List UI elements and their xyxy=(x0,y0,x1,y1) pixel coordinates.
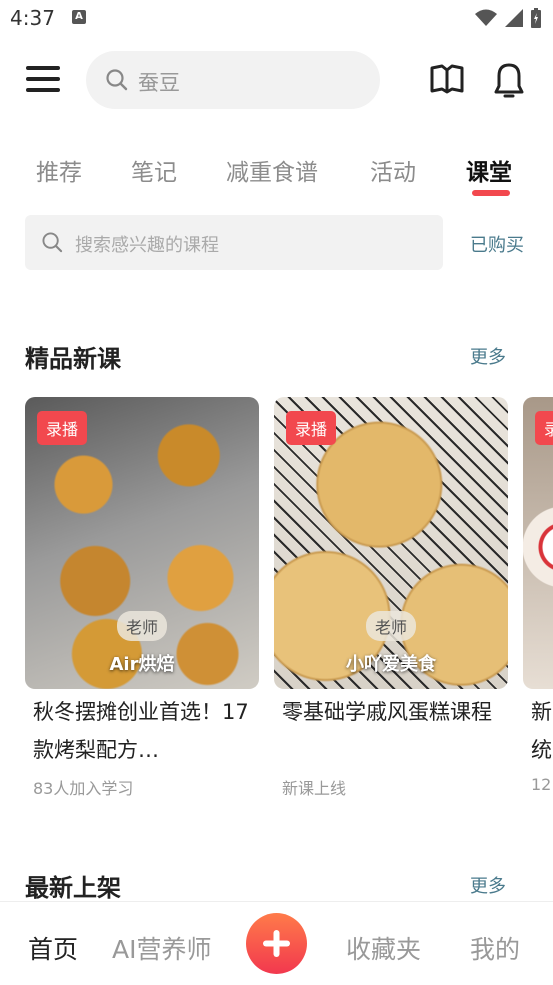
search-input[interactable]: 蚕豆 xyxy=(138,67,180,97)
nav-ai-nutritionist[interactable]: AI营养师 xyxy=(112,930,211,966)
book-icon[interactable] xyxy=(430,64,464,94)
notification-a-icon: A xyxy=(72,10,86,24)
course-meta: 83人加入学习 xyxy=(33,779,134,798)
tab-events[interactable]: 活动 xyxy=(370,153,416,187)
course-image: 录播 老师 Air烘焙 xyxy=(25,397,259,689)
course-title: 零基础学戚风蛋糕课程 xyxy=(282,700,492,724)
course-title: 新 统 xyxy=(531,700,552,762)
tab-notes[interactable]: 笔记 xyxy=(131,153,177,187)
course-card[interactable]: 录播 老师 Air烘焙 秋冬摆摊创业首选！17款烤梨配方… 83人加入学习 xyxy=(25,397,259,805)
tab-recommend[interactable]: 推荐 xyxy=(36,153,82,187)
course-search-input[interactable]: 搜索感兴趣的课程 xyxy=(75,231,219,257)
section-title-premium: 精品新课 xyxy=(25,345,121,373)
nav-profile[interactable]: 我的 xyxy=(470,930,520,966)
recorded-badge: 录播 xyxy=(535,411,553,445)
more-link-premium[interactable]: 更多 xyxy=(470,343,506,369)
menu-button[interactable] xyxy=(26,66,60,94)
battery-icon xyxy=(531,8,541,28)
nav-favorites[interactable]: 收藏夹 xyxy=(346,930,421,966)
search-icon xyxy=(42,232,63,253)
recorded-badge: 录播 xyxy=(37,411,88,445)
teacher-tag: 老师 xyxy=(365,611,416,641)
wifi-icon xyxy=(475,9,497,26)
nav-home[interactable]: 首页 xyxy=(28,930,78,966)
bell-icon[interactable] xyxy=(494,62,524,98)
teacher-name: Air烘焙 xyxy=(109,654,175,675)
search-icon xyxy=(106,69,128,91)
add-button[interactable] xyxy=(246,913,307,974)
search-bar[interactable]: 蚕豆 xyxy=(86,51,380,109)
course-image: 录播 老师 小吖爱美食 xyxy=(274,397,508,689)
section-title-latest: 最新上架 xyxy=(25,874,121,902)
status-time: 4:37 xyxy=(10,6,55,30)
course-meta: 新课上线 xyxy=(282,779,347,798)
teacher-tag: 老师 xyxy=(116,611,167,641)
course-search-bar[interactable]: 搜索感兴趣的课程 xyxy=(25,215,443,270)
course-title: 秋冬摆摊创业首选！17款烤梨配方… xyxy=(33,700,249,762)
signal-icon xyxy=(505,9,523,27)
teacher-name: 小吖爱美食 xyxy=(346,654,436,675)
tab-classroom[interactable]: 课堂 xyxy=(466,153,512,187)
course-card-partial[interactable]: 录播 新 统 12 xyxy=(523,397,553,817)
course-card[interactable]: 录播 老师 小吖爱美食 零基础学戚风蛋糕课程 新课上线 xyxy=(274,397,508,805)
tab-diet-recipes[interactable]: 减重食谱 xyxy=(226,153,318,187)
status-icons xyxy=(475,8,541,28)
active-tab-indicator xyxy=(472,190,510,196)
plus-icon xyxy=(263,930,290,957)
more-link-latest[interactable]: 更多 xyxy=(470,872,506,898)
recorded-badge: 录播 xyxy=(286,411,337,445)
course-image: 录播 xyxy=(523,397,553,689)
purchased-link[interactable]: 已购买 xyxy=(470,231,524,257)
bottom-nav: 首页 AI营养师 收藏夹 我的 xyxy=(0,901,553,985)
course-meta: 12 xyxy=(531,775,552,794)
